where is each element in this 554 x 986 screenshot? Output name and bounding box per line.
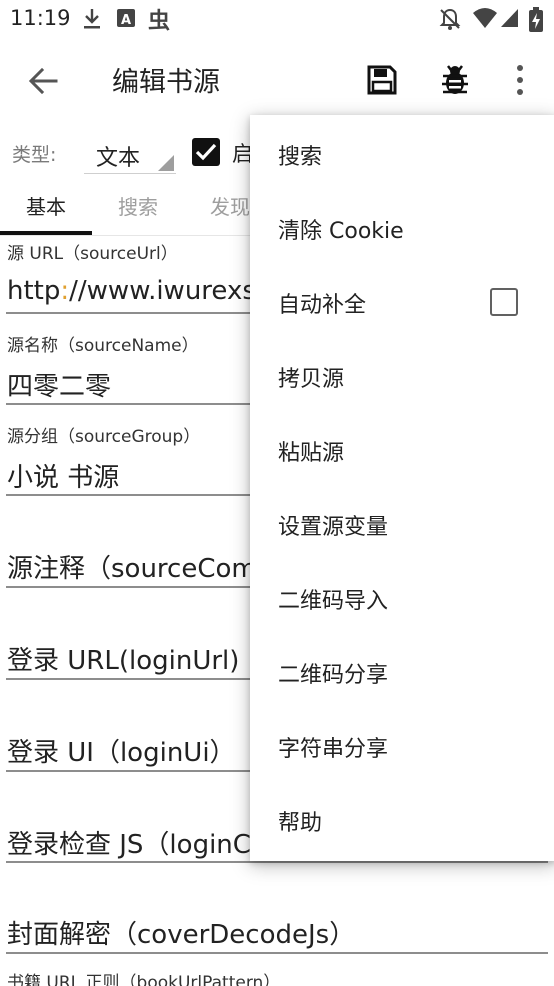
more-options-button[interactable] — [500, 60, 540, 100]
field-hint: 登录 URL(loginUrl) — [7, 646, 240, 676]
field-book-url-pattern[interactable]: 书籍 URL 正则（bookUrlPattern） — [0, 966, 554, 986]
menu-item-label: 粘贴源 — [278, 441, 345, 466]
page-title: 编辑书源 — [112, 67, 220, 98]
more-vert-icon — [500, 65, 540, 104]
tab-basic[interactable]: 基本 — [0, 180, 92, 236]
svg-text:A: A — [121, 13, 131, 28]
menu-item-qr-import[interactable]: 二维码导入 — [252, 561, 554, 635]
menu-item-label: 字符串分享 — [278, 737, 389, 762]
field-label: 源 URL（sourceUrl） — [7, 244, 178, 264]
menu-item-label: 清除 Cookie — [278, 219, 404, 244]
menu-item-label: 二维码分享 — [278, 663, 389, 688]
save-icon — [362, 65, 402, 104]
status-time: 11:19 — [10, 6, 71, 30]
download-icon — [82, 7, 102, 35]
field-label: 源分组（sourceGroup） — [7, 427, 201, 447]
field-label: 源名称（sourceName） — [7, 336, 199, 356]
tab-search[interactable]: 搜索 — [92, 180, 184, 236]
save-button[interactable] — [362, 60, 402, 100]
type-value: 文本 — [96, 146, 141, 171]
app-bar: 编辑书源 — [0, 38, 554, 122]
menu-item-string-share[interactable]: 字符串分享 — [252, 709, 554, 783]
field-hint: 登录 UI（loginUi） — [7, 738, 236, 768]
tab-indicator — [0, 231, 92, 235]
field-label: 书籍 URL 正则（bookUrlPattern） — [7, 973, 281, 986]
check-icon — [195, 143, 217, 161]
enable-checkbox[interactable] — [192, 138, 220, 166]
font-icon: A — [116, 7, 136, 33]
menu-item-qr-share[interactable]: 二维码分享 — [252, 635, 554, 709]
field-hint: 登录检查 JS（loginC — [7, 830, 251, 860]
bug-icon — [435, 65, 475, 104]
notifications-off-icon — [438, 7, 462, 35]
field-hint: 封面解密（coverDecodeJs） — [7, 920, 356, 950]
signal-icon — [500, 7, 520, 33]
menu-item-label: 帮助 — [278, 811, 323, 836]
menu-item-clear-cookie[interactable]: 清除 Cookie — [252, 191, 554, 265]
bug-notification-icon: 虫 — [146, 7, 172, 37]
menu-item-label: 设置源变量 — [278, 515, 389, 540]
back-button[interactable] — [22, 60, 64, 102]
menu-item-auto-complete[interactable]: 自动补全 — [252, 265, 554, 339]
menu-item-help[interactable]: 帮助 — [252, 783, 554, 857]
field-underline — [6, 861, 548, 863]
type-label: 类型: — [12, 144, 57, 166]
auto-complete-checkbox[interactable] — [490, 288, 518, 316]
menu-item-copy-source[interactable]: 拷贝源 — [252, 339, 554, 413]
menu-item-label: 二维码导入 — [278, 589, 389, 614]
type-spinner[interactable]: 文本 — [84, 130, 176, 174]
wifi-icon — [472, 7, 498, 33]
field-underline — [6, 952, 548, 954]
menu-item-label: 拷贝源 — [278, 367, 345, 392]
menu-item-set-source-variable[interactable]: 设置源变量 — [252, 487, 554, 561]
menu-item-label: 搜索 — [278, 145, 323, 170]
menu-item-paste-source[interactable]: 粘贴源 — [252, 413, 554, 487]
menu-item-label: 自动补全 — [278, 293, 367, 318]
dropdown-arrow-icon — [158, 155, 174, 171]
status-bar: 11:19 A 虫 — [0, 0, 554, 38]
overflow-menu: 搜索 清除 Cookie 自动补全 拷贝源 粘贴源 设置源变量 二维码导入 二维… — [252, 117, 554, 857]
debug-button[interactable] — [435, 60, 475, 100]
battery-charging-icon — [528, 7, 544, 37]
field-hint: 源注释（sourceCom — [7, 554, 257, 584]
menu-item-search[interactable]: 搜索 — [252, 117, 554, 191]
svg-text:虫: 虫 — [148, 8, 170, 33]
field-cover-decode-js[interactable]: 封面解密（coverDecodeJs） — [0, 897, 554, 959]
arrow-back-icon — [22, 67, 64, 106]
